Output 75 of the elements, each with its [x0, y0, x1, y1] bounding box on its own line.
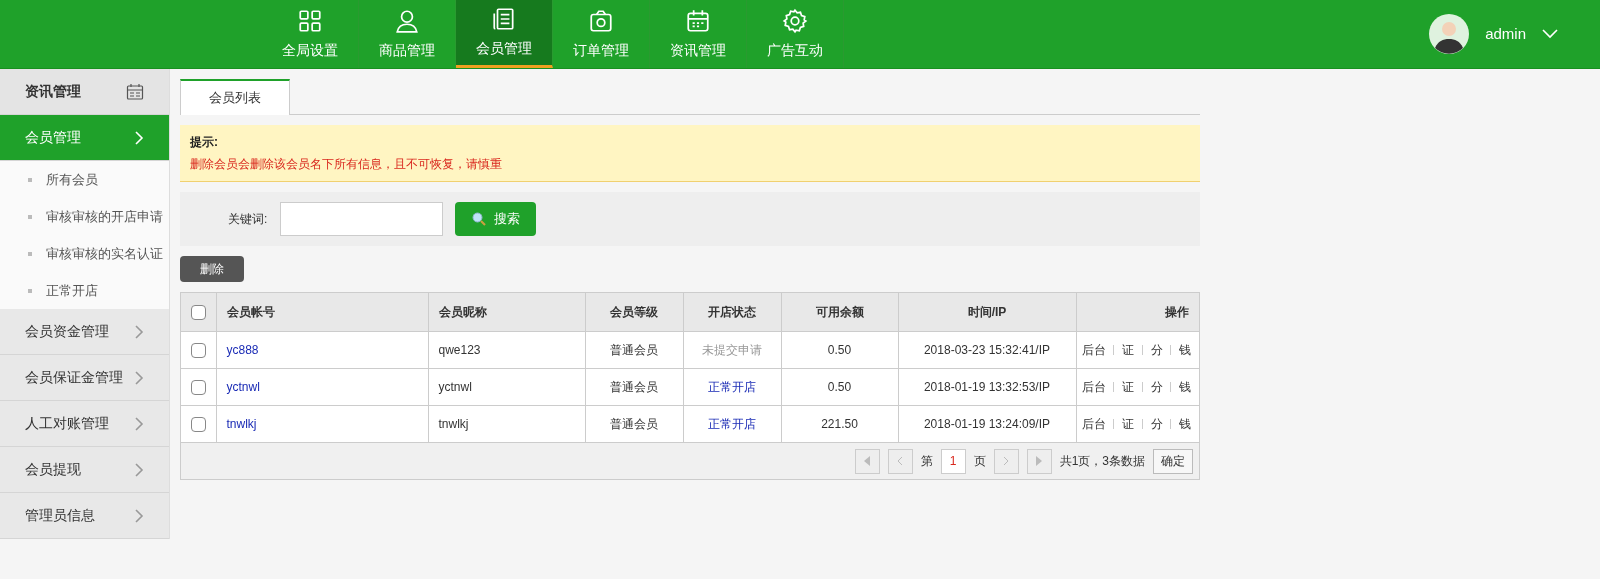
- nav-tab[interactable]: 会员管理: [456, 0, 553, 68]
- checkbox[interactable]: [190, 417, 206, 433]
- delete-button[interactable]: 删除: [180, 256, 244, 282]
- checkbox[interactable]: [190, 305, 206, 321]
- grid-icon: [297, 7, 323, 34]
- bullet-icon: [28, 177, 32, 182]
- bullet-icon: [28, 214, 32, 219]
- action-link[interactable]: 钱: [1179, 414, 1191, 433]
- sidebar-item[interactable]: 会员保证金管理: [0, 355, 169, 401]
- action-link[interactable]: 后台: [1081, 377, 1106, 396]
- notice-text: 删除会员会删除该会员名下所有信息，且不可恢复，请慎重: [190, 156, 503, 173]
- notice-title: 提示:: [190, 134, 219, 151]
- sidebar-subitem[interactable]: 审核审核的开店申请: [0, 198, 169, 235]
- search-icon: [471, 212, 486, 226]
- chevron-icon: [134, 507, 144, 524]
- sidebar-subitem[interactable]: 正常开店: [0, 272, 169, 309]
- column-header: 可用余额: [781, 293, 898, 331]
- caret-icon[interactable]: [1542, 29, 1558, 39]
- table-cell: 2018-01-19 13:24:09/IP: [898, 405, 1076, 442]
- action-link[interactable]: 分: [1150, 377, 1163, 396]
- sidebar-item[interactable]: 人工对账管理: [0, 401, 169, 447]
- search-field[interactable]: [280, 202, 443, 236]
- sidebar-item[interactable]: 会员提现: [0, 447, 169, 493]
- sidebar-title: 资讯管理: [25, 82, 81, 101]
- chevron-icon: [134, 461, 144, 478]
- chevron-icon: [134, 369, 144, 386]
- column-header: 操作: [1076, 293, 1199, 331]
- action-link[interactable]: 分: [1150, 414, 1163, 433]
- sidebar-item[interactable]: 管理员信息: [0, 493, 169, 539]
- status-link[interactable]: 正常开店: [683, 405, 781, 442]
- calendar-icon: [126, 82, 144, 101]
- checkbox[interactable]: [190, 342, 206, 358]
- action-link[interactable]: 钱: [1179, 377, 1191, 396]
- action-link[interactable]: 证: [1122, 377, 1134, 396]
- action-link[interactable]: 钱: [1179, 340, 1191, 359]
- column-header: 时间/IP: [898, 293, 1076, 331]
- sidebar-subitem[interactable]: 审核审核的实名认证: [0, 235, 169, 272]
- bullet-icon: [28, 288, 32, 293]
- sidebar-item[interactable]: 会员资金管理: [0, 309, 169, 355]
- column-header: 会员昵称: [428, 293, 585, 331]
- bullet-icon: [28, 251, 32, 256]
- action-link[interactable]: 后台: [1081, 340, 1106, 359]
- settings-icon: [782, 7, 808, 34]
- tab[interactable]: 会员列表: [180, 79, 290, 115]
- avatar-icon[interactable]: [1429, 14, 1470, 54]
- user-icon: [394, 7, 420, 34]
- checkbox[interactable]: [190, 379, 206, 395]
- previous-icon: [896, 456, 905, 466]
- table-cell: 221.50: [781, 405, 898, 442]
- page-label: 第: [920, 453, 933, 470]
- search-label: 关键词:: [228, 211, 269, 228]
- action-link[interactable]: 证: [1122, 340, 1134, 359]
- account-link[interactable]: tnwlkj: [216, 405, 428, 442]
- action-link[interactable]: 分: [1150, 340, 1163, 359]
- table-cell: tnwlkj: [428, 405, 585, 442]
- action-link[interactable]: 后台: [1081, 414, 1106, 433]
- last-page-icon: [1035, 456, 1044, 466]
- first-page-icon: [863, 456, 872, 466]
- column-header: 会员帐号: [216, 293, 428, 331]
- calendar-icon: [685, 7, 711, 34]
- chevron-icon: [134, 323, 144, 340]
- sidebar-subitem[interactable]: 所有会员: [0, 161, 169, 198]
- chevron-icon: [134, 129, 144, 146]
- camera-icon: [588, 7, 614, 34]
- column-header: 开店状态: [683, 293, 781, 331]
- page-summary: 共1页，3条数据: [1059, 453, 1145, 470]
- page-input[interactable]: 1: [940, 448, 966, 474]
- page-label: 页: [973, 453, 986, 470]
- table-cell: 普通会员: [585, 405, 683, 442]
- confirm-button[interactable]: 确定: [1153, 448, 1193, 474]
- document-icon: [491, 6, 517, 32]
- next-icon: [1002, 456, 1011, 466]
- column-header: 会员等级: [585, 293, 683, 331]
- action-link[interactable]: 证: [1122, 414, 1134, 433]
- chevron-icon: [134, 415, 144, 432]
